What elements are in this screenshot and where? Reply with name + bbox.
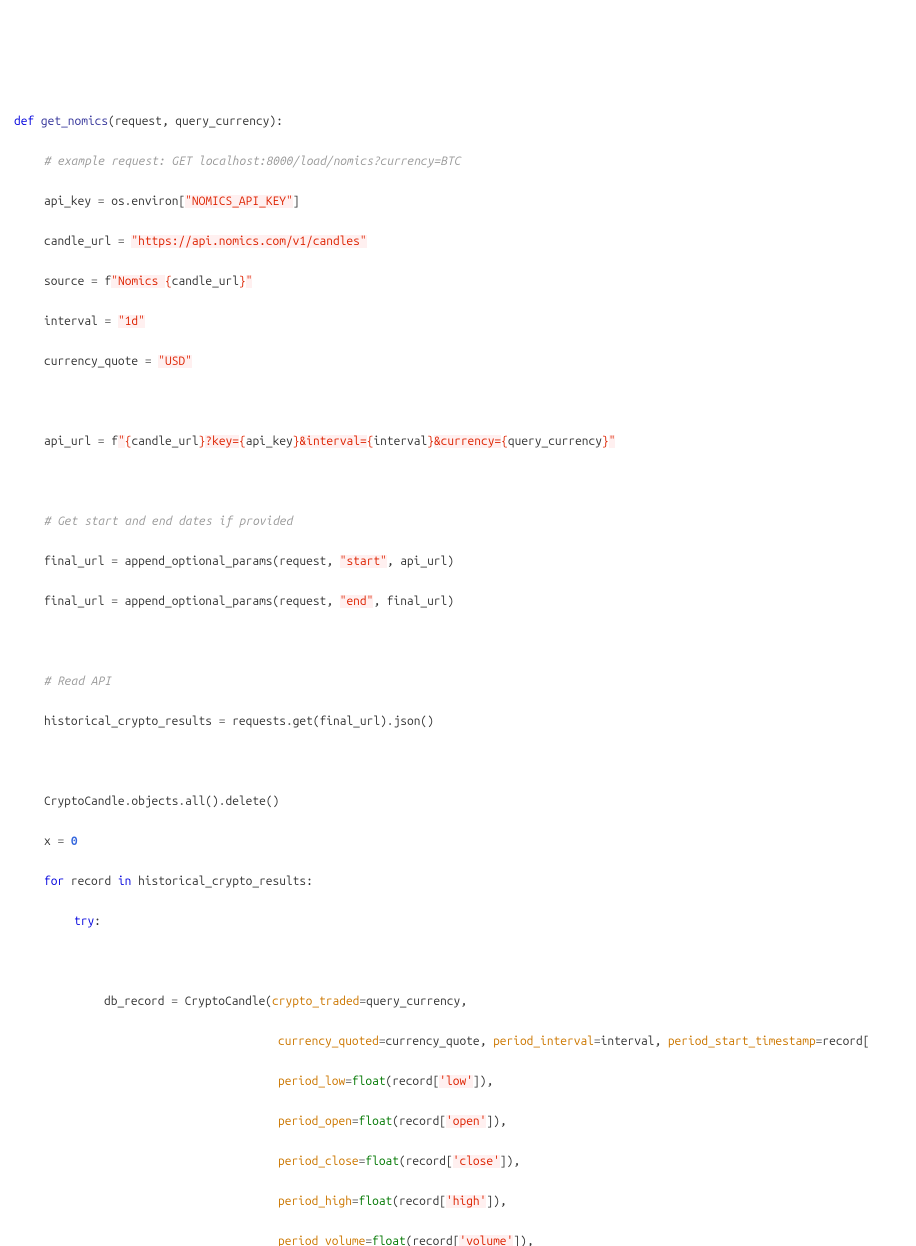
comment: # example request: GET localhost:8000/lo… [44, 155, 461, 168]
code-line-13: final_url = append_optional_params(reque… [14, 592, 902, 612]
code-line-27: period_close=float(record['close']), [14, 1152, 902, 1172]
code-line-9: api_url = f"{candle_url}?key={api_key}&i… [14, 432, 902, 452]
blank-line [14, 632, 902, 652]
string-literal: "NOMICS_API_KEY" [185, 195, 293, 208]
code-line-28: period_high=float(record['high']), [14, 1192, 902, 1212]
string-literal: "end" [340, 595, 374, 608]
kwarg: period_high [278, 1195, 352, 1208]
code-line-16: historical_crypto_results = requests.get… [14, 712, 902, 732]
params: (request, query_currency): [108, 115, 283, 128]
keyword-for: for [44, 875, 64, 888]
builtin-float: float [359, 1195, 393, 1208]
code-line-19: x = 0 [14, 832, 902, 852]
function-name: get_nomics [41, 115, 108, 128]
kwarg: crypto_traded [272, 995, 359, 1008]
code-line-7: currency_quote = "USD" [14, 352, 902, 372]
code-line-5: source = f"Nomics {candle_url}" [14, 272, 902, 292]
builtin-float: float [365, 1155, 399, 1168]
code-line-18: CryptoCandle.objects.all().delete() [14, 792, 902, 812]
code-line-12: final_url = append_optional_params(reque… [14, 552, 902, 572]
builtin-float: float [372, 1235, 406, 1246]
code-line-15: # Read API [14, 672, 902, 692]
kwarg: period_close [278, 1155, 359, 1168]
code-line-24: currency_quoted=currency_quote, period_i… [14, 1032, 902, 1052]
string-literal: "1d" [118, 315, 145, 328]
kwarg: currency_quoted [278, 1035, 379, 1048]
kwarg: period_low [278, 1075, 345, 1088]
builtin-float: float [359, 1115, 393, 1128]
string-literal: 'high' [446, 1195, 486, 1208]
string-literal: 'open' [446, 1115, 486, 1128]
builtin-float: float [352, 1075, 386, 1088]
code-line-20: for record in historical_crypto_results: [14, 872, 902, 892]
code-block: def get_nomics(request, query_currency):… [14, 92, 902, 1246]
number-literal: 0 [71, 835, 78, 848]
blank-line [14, 952, 902, 972]
code-line-2: # example request: GET localhost:8000/lo… [14, 152, 902, 172]
string-literal: 'low' [439, 1075, 473, 1088]
string-literal: 'close' [453, 1155, 500, 1168]
code-line-3: api_key = os.environ["NOMICS_API_KEY"] [14, 192, 902, 212]
string-literal: "start" [340, 555, 387, 568]
blank-line [14, 752, 902, 772]
code-line-25: period_low=float(record['low']), [14, 1072, 902, 1092]
code-line-23: db_record = CryptoCandle(crypto_traded=q… [14, 992, 902, 1012]
comment: # Read API [44, 675, 111, 688]
kwarg: period_open [278, 1115, 352, 1128]
code-line-1: def get_nomics(request, query_currency): [14, 112, 902, 132]
blank-line [14, 392, 902, 412]
kwarg: period_interval [493, 1035, 594, 1048]
keyword-def: def [14, 115, 34, 128]
kwarg: period_start_timestamp [668, 1035, 816, 1048]
keyword-in: in [118, 875, 131, 888]
keyword-try: try [74, 915, 94, 928]
kwarg: period_volume [278, 1235, 365, 1246]
comment: # Get start and end dates if provided [44, 515, 293, 528]
code-line-29: period_volume=float(record['volume']), [14, 1232, 902, 1246]
code-line-6: interval = "1d" [14, 312, 902, 332]
code-line-26: period_open=float(record['open']), [14, 1112, 902, 1132]
code-line-21: try: [14, 912, 902, 932]
code-line-11: # Get start and end dates if provided [14, 512, 902, 532]
string-literal: 'volume' [459, 1235, 513, 1246]
blank-line [14, 472, 902, 492]
string-literal: "USD" [158, 355, 192, 368]
code-line-4: candle_url = "https://api.nomics.com/v1/… [14, 232, 902, 252]
string-literal: "https://api.nomics.com/v1/candles" [131, 235, 366, 248]
